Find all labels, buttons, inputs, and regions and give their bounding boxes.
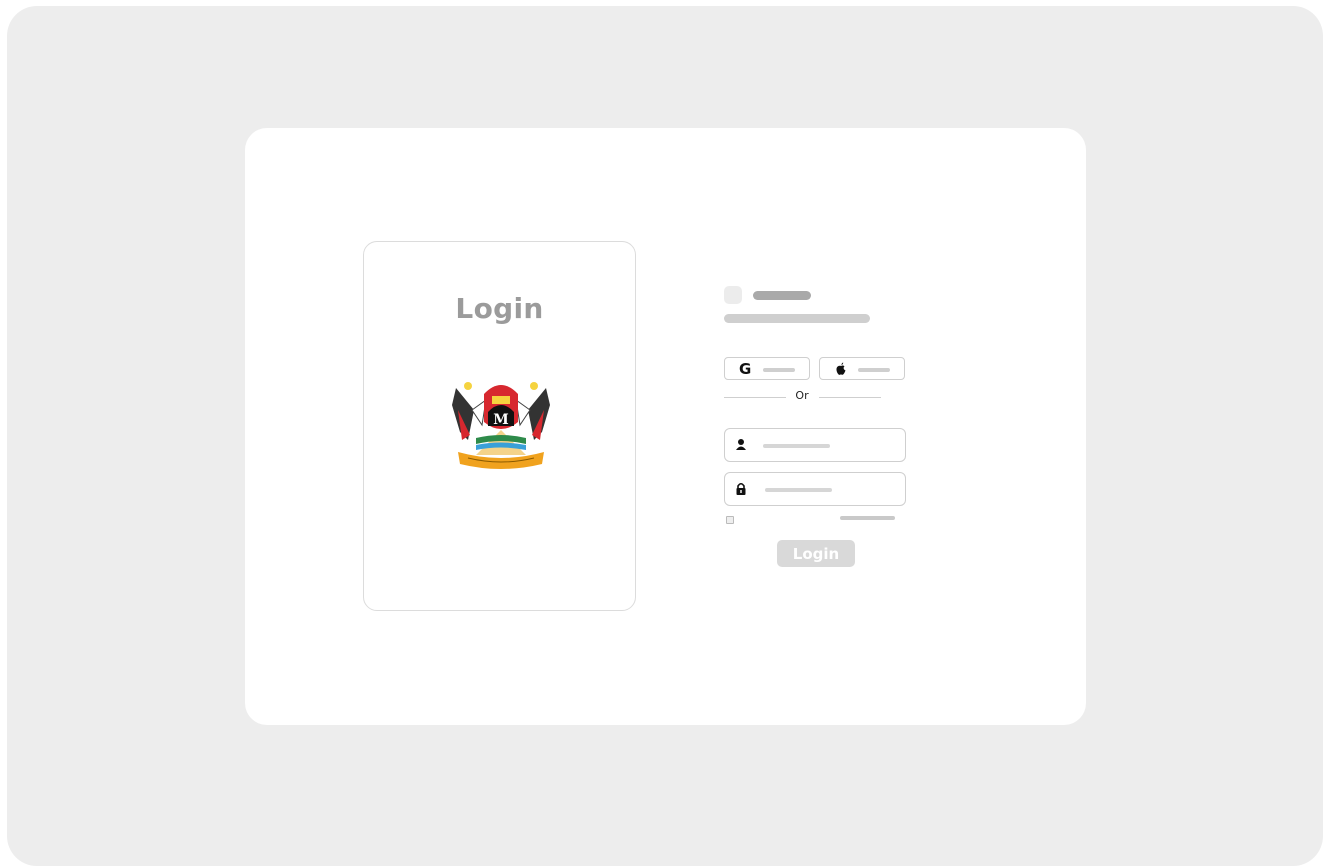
divider-line-right xyxy=(819,397,881,398)
google-button-label-placeholder xyxy=(763,368,795,372)
divider-label: Or xyxy=(795,389,809,402)
forgot-password-link[interactable] xyxy=(840,516,895,520)
password-input[interactable] xyxy=(724,472,906,506)
subtitle-placeholder xyxy=(724,314,870,323)
branding-panel: Login M xyxy=(363,241,636,611)
university-crest-logo: M xyxy=(452,382,550,469)
apple-icon xyxy=(836,362,846,375)
remember-me-checkbox[interactable] xyxy=(726,516,734,524)
panel-title: Login xyxy=(455,292,544,325)
lock-icon xyxy=(736,482,746,495)
password-placeholder xyxy=(765,488,832,492)
brand-name-placeholder xyxy=(753,291,811,300)
divider-line-left xyxy=(724,397,786,398)
username-input[interactable] xyxy=(724,428,906,462)
user-icon xyxy=(736,439,746,450)
google-icon: G xyxy=(739,360,752,378)
google-login-button[interactable]: G xyxy=(724,357,810,380)
svg-text:M: M xyxy=(493,412,509,428)
apple-button-label-placeholder xyxy=(858,368,890,372)
brand-logo-placeholder xyxy=(724,286,742,304)
apple-login-button[interactable] xyxy=(819,357,905,380)
login-button[interactable]: Login xyxy=(777,540,855,567)
username-placeholder xyxy=(763,444,830,448)
